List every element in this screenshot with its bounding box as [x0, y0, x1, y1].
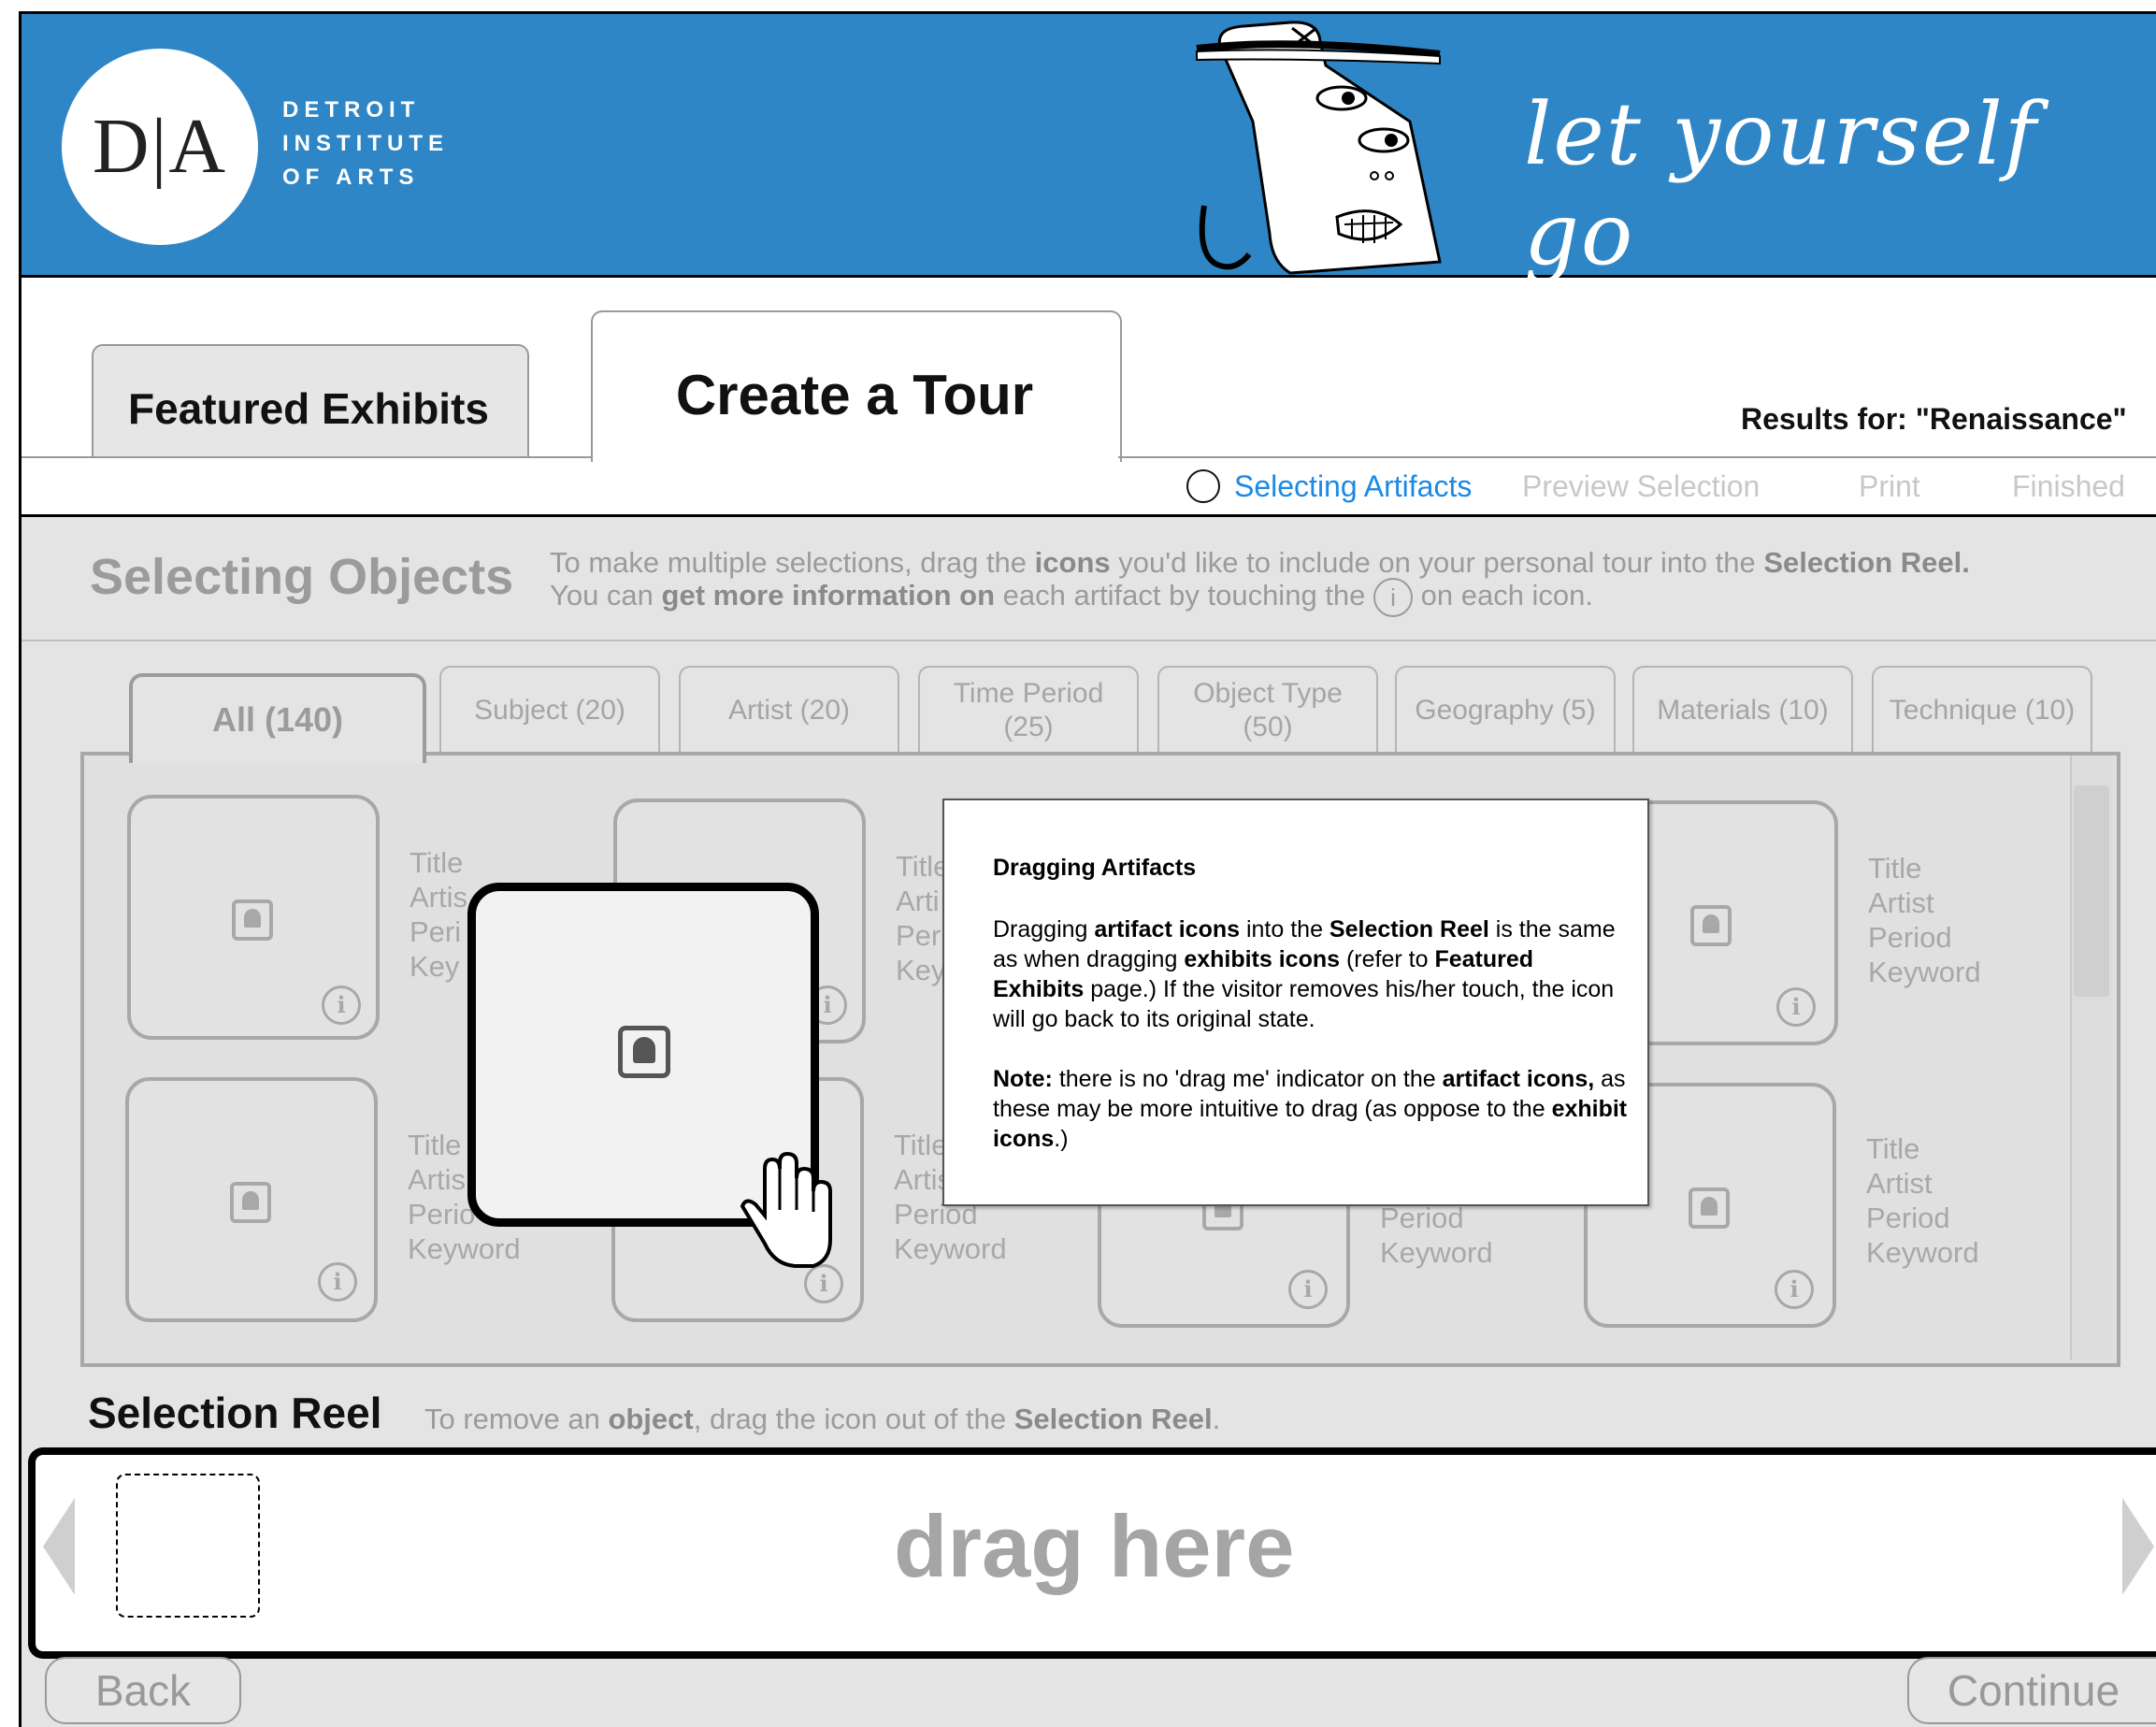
filter-tab-object-type-count: (50) — [1243, 712, 1293, 742]
filter-tab-time-period-count: (25) — [1003, 712, 1054, 742]
artifact-meta: TitleArtistPeriodKeyword — [1868, 852, 1981, 988]
artifact-meta: TitleArtistPeriodKeyword — [1866, 1132, 1979, 1269]
back-button[interactable]: Back — [45, 1657, 241, 1724]
drag-here-placeholder: drag here — [894, 1497, 1295, 1595]
filter-tab-object-type[interactable]: Object Type (50) — [1157, 666, 1378, 754]
filter-tab-object-type-label: Object Type — [1193, 678, 1343, 709]
hand-cursor-icon — [740, 1151, 832, 1268]
tab-baseline-left — [21, 456, 593, 458]
filter-tab-subject[interactable]: Subject (20) — [439, 666, 660, 754]
artifact-image-icon — [1689, 1187, 1730, 1229]
artifact-image-icon — [1690, 905, 1732, 946]
selection-reel-instruction: To remove an object, drag the icon out o… — [424, 1403, 1221, 1435]
step-preview-selection[interactable]: Preview Selection — [1522, 469, 1760, 504]
artifact-image-icon — [618, 1026, 670, 1078]
filter-tab-time-period-label: Time Period — [953, 678, 1104, 709]
artifact-meta: Title Arti Per Key — [896, 850, 950, 986]
tagline: let yourself go — [1524, 84, 2038, 284]
selection-reel-title: Selection Reel — [88, 1389, 382, 1437]
section-instruction-line-2: You can get more information on each art… — [550, 578, 1593, 617]
section-title: Selecting Objects — [90, 549, 514, 605]
popup-title: Dragging Artifacts — [993, 855, 1197, 881]
logo-text-line-1: DETROIT — [282, 97, 421, 122]
tab-create-a-tour-label: Create a Tour — [675, 364, 1034, 426]
popup-note: Note: there is no 'drag me' indicator on… — [993, 1066, 1628, 1152]
annotation-popup: Dragging Artifacts Dragging artifact ico… — [942, 799, 1649, 1206]
artifact-tile[interactable]: i — [127, 795, 380, 1040]
mascot-illustration — [1196, 21, 1442, 275]
divider — [21, 640, 2156, 641]
info-icon[interactable]: i — [318, 1262, 357, 1302]
reel-scroll-left-icon[interactable] — [43, 1498, 75, 1595]
filter-tab-materials[interactable]: Materials (10) — [1632, 666, 1853, 754]
info-icon: i — [1373, 578, 1413, 617]
artifact-meta: Title Artis Peri Key — [410, 846, 467, 983]
logo-text-line-3: OF ARTS — [282, 165, 420, 190]
filter-tab-artist[interactable]: Artist (20) — [679, 666, 899, 754]
filter-tab-all[interactable]: All (140) — [129, 673, 426, 763]
current-step-indicator-icon — [1186, 469, 1220, 503]
logo-text-line-2: INSTITUTE — [282, 131, 449, 156]
artifact-image-icon — [230, 1182, 271, 1223]
continue-button[interactable]: Continue — [1907, 1657, 2156, 1724]
step-print[interactable]: Print — [1859, 469, 1920, 504]
artifact-image-icon — [232, 899, 273, 941]
frame-border-left — [19, 11, 22, 1727]
logo-mark: D|A — [92, 103, 228, 190]
reel-drop-slot[interactable] — [116, 1474, 260, 1618]
step-finished[interactable]: Finished — [2012, 469, 2125, 504]
tab-featured-exhibits-label: Featured Exhibits — [128, 384, 489, 433]
page: D|A DETROIT INSTITUTE OF ARTS let yourse… — [0, 0, 2156, 1727]
reel-scroll-right-icon[interactable] — [2122, 1498, 2154, 1595]
popup-body: Dragging artifact icons into the Selecti… — [993, 916, 1616, 1032]
info-icon[interactable]: i — [1776, 987, 1816, 1027]
frame-border-top — [19, 11, 2156, 14]
results-label: Results for: "Renaissance" — [1741, 402, 2127, 436]
artifact-tile[interactable]: i — [125, 1077, 378, 1322]
info-icon[interactable]: i — [1775, 1270, 1814, 1309]
info-icon[interactable]: i — [1288, 1270, 1328, 1309]
filter-tab-geography[interactable]: Geography (5) — [1395, 666, 1616, 754]
filter-tab-technique[interactable]: Technique (10) — [1872, 666, 2092, 754]
tab-baseline-right — [1118, 456, 2156, 458]
step-selecting-artifacts[interactable]: Selecting Artifacts — [1234, 469, 1472, 504]
info-icon[interactable]: i — [322, 986, 361, 1025]
filter-tab-time-period[interactable]: Time Period (25) — [918, 666, 1139, 754]
section-instruction-line-1: To make multiple selections, drag the ic… — [550, 546, 1970, 579]
scrollbar-thumb[interactable] — [2074, 785, 2109, 997]
